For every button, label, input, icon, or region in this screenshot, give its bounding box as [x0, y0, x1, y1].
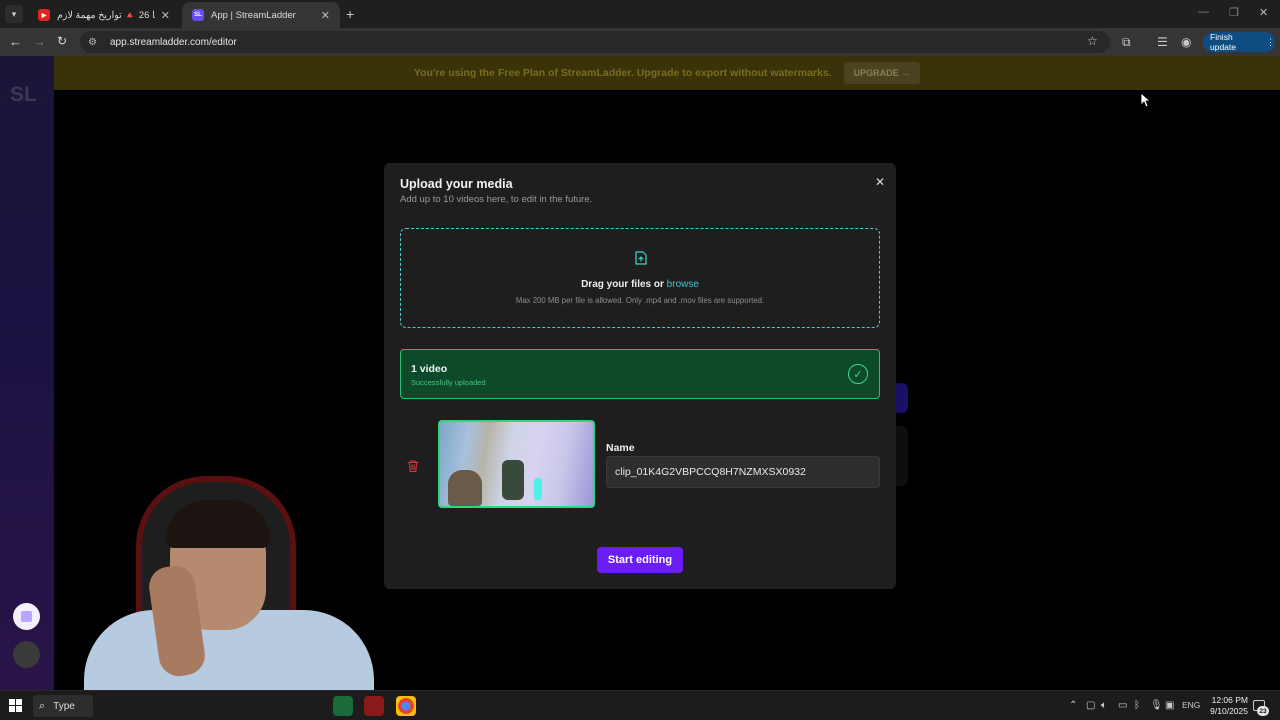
finish-update-button[interactable]: Finish update ⋮	[1203, 32, 1275, 52]
address-bar[interactable]: ⚙ app.streamladder.com/editor	[80, 31, 1110, 53]
video-thumbnail[interactable]	[438, 420, 595, 508]
clock[interactable]: 12:06 PM 9/10/2025	[1200, 695, 1248, 717]
reload-icon[interactable]: ↻	[57, 34, 67, 48]
extensions-icon[interactable]: ⧉	[1122, 35, 1131, 50]
browser-toolbar: ← → ↻ ⚙ app.streamladder.com/editor ☆ ⧉ …	[0, 28, 1280, 56]
windows-start-icon[interactable]	[9, 699, 22, 712]
file-dropzone[interactable]: Drag your files or browse Max 200 MB per…	[400, 228, 880, 328]
close-window-icon[interactable]: ✕	[1259, 6, 1268, 19]
start-editing-button[interactable]: Start editing	[597, 547, 683, 573]
restore-icon[interactable]: ❐	[1229, 6, 1239, 19]
tray-overflow-icon[interactable]: ⌃	[1069, 700, 1077, 711]
close-icon[interactable]: ✕	[875, 175, 885, 189]
name-label: Name	[606, 442, 635, 454]
modal-title: Upload your media	[400, 177, 513, 191]
upload-media-modal: Upload your media Add up to 10 videos he…	[384, 163, 896, 589]
browser-tab-strip: ▾ ▶ ديمو فيفا 26 🔺 تواريخ مهمة لازم ✕ SL…	[0, 0, 1280, 28]
volume-icon[interactable]: 🔈︎	[1101, 700, 1107, 711]
taskbar-search[interactable]: ⌕ Type	[33, 695, 93, 717]
site-settings-icon[interactable]: ⚙	[88, 37, 100, 48]
browse-link[interactable]: browse	[667, 279, 699, 290]
youtube-favicon-icon: ▶	[38, 9, 50, 21]
reading-list-icon[interactable]: ☰	[1157, 35, 1168, 49]
upload-count: 1 video	[411, 363, 448, 375]
mouse-cursor-icon	[1140, 92, 1152, 113]
app-logo[interactable]: SL	[10, 83, 37, 107]
upload-status-text: Successfully uploaded	[411, 378, 486, 387]
bookmark-star-icon[interactable]: ☆	[1087, 34, 1098, 48]
streamladder-favicon-icon: SL	[192, 9, 204, 21]
upload-success-banner: 1 video Successfully uploaded ✓	[400, 349, 880, 399]
tab-active[interactable]: SL App | StreamLadder ✕	[182, 2, 340, 28]
tab-close-icon[interactable]: ✕	[321, 9, 330, 22]
minimize-icon[interactable]: —	[1198, 6, 1209, 18]
upgrade-button[interactable]: UPGRADE →	[843, 62, 921, 84]
tab-close-icon[interactable]: ✕	[161, 9, 170, 22]
chrome-icon[interactable]	[396, 696, 416, 716]
background-element	[894, 383, 908, 413]
video-name-input[interactable]	[606, 456, 880, 488]
bluetooth-icon[interactable]: ᛒ	[1134, 700, 1140, 711]
tab-search-button[interactable]: ▾	[5, 5, 23, 23]
windows-taskbar: ⌕ Type ⌃ ▢ 🔈︎ ▭ ᛒ 🎙︎ ▣ ENG 12:06 PM 9/10…	[0, 690, 1280, 720]
modal-subtitle: Add up to 10 videos here, to edit in the…	[400, 194, 593, 205]
tab-inactive[interactable]: ▶ ديمو فيفا 26 🔺 تواريخ مهمة لازم ✕	[28, 2, 180, 28]
back-icon[interactable]: ←	[9, 34, 22, 49]
microphone-icon[interactable]: 🎙︎	[1150, 700, 1163, 711]
check-circle-icon: ✓	[848, 364, 868, 384]
banner-text: You're using the Free Plan of StreamLadd…	[413, 67, 832, 79]
profile-icon[interactable]: ◉	[1181, 35, 1191, 49]
upload-file-icon	[635, 251, 647, 265]
dropzone-limits: Max 200 MB per file is allowed. Only .mp…	[515, 296, 765, 305]
app-sidebar: SL	[0, 56, 54, 690]
more-menu-icon[interactable]: ⋮	[1266, 37, 1275, 48]
taskbar-app-icon[interactable]	[364, 696, 384, 716]
new-tab-icon[interactable]: +	[346, 6, 354, 22]
taskbar-app-icon[interactable]	[333, 696, 353, 716]
upgrade-banner: You're using the Free Plan of StreamLadd…	[54, 56, 1280, 90]
url-text: app.streamladder.com/editor	[110, 36, 237, 48]
search-icon: ⌕	[39, 699, 46, 712]
language-indicator[interactable]: ENG	[1182, 700, 1200, 710]
trash-icon[interactable]	[406, 459, 420, 473]
dropzone-instruction: Drag your files or browse	[581, 279, 699, 290]
display-icon[interactable]: ▣	[1165, 700, 1174, 711]
webcam-overlay	[70, 470, 380, 720]
background-element	[894, 426, 908, 486]
notification-badge: 23	[1257, 706, 1269, 716]
sidebar-upgrade-icon[interactable]	[13, 603, 40, 630]
avatar[interactable]	[13, 641, 40, 668]
forward-icon[interactable]: →	[33, 34, 46, 49]
network-icon[interactable]: ▭	[1118, 700, 1127, 711]
tab-title: App | StreamLadder	[211, 9, 296, 21]
tab-title: ديمو فيفا 26 🔺 تواريخ مهمة لازم	[57, 9, 155, 21]
tray-icon[interactable]: ▢	[1086, 700, 1095, 711]
